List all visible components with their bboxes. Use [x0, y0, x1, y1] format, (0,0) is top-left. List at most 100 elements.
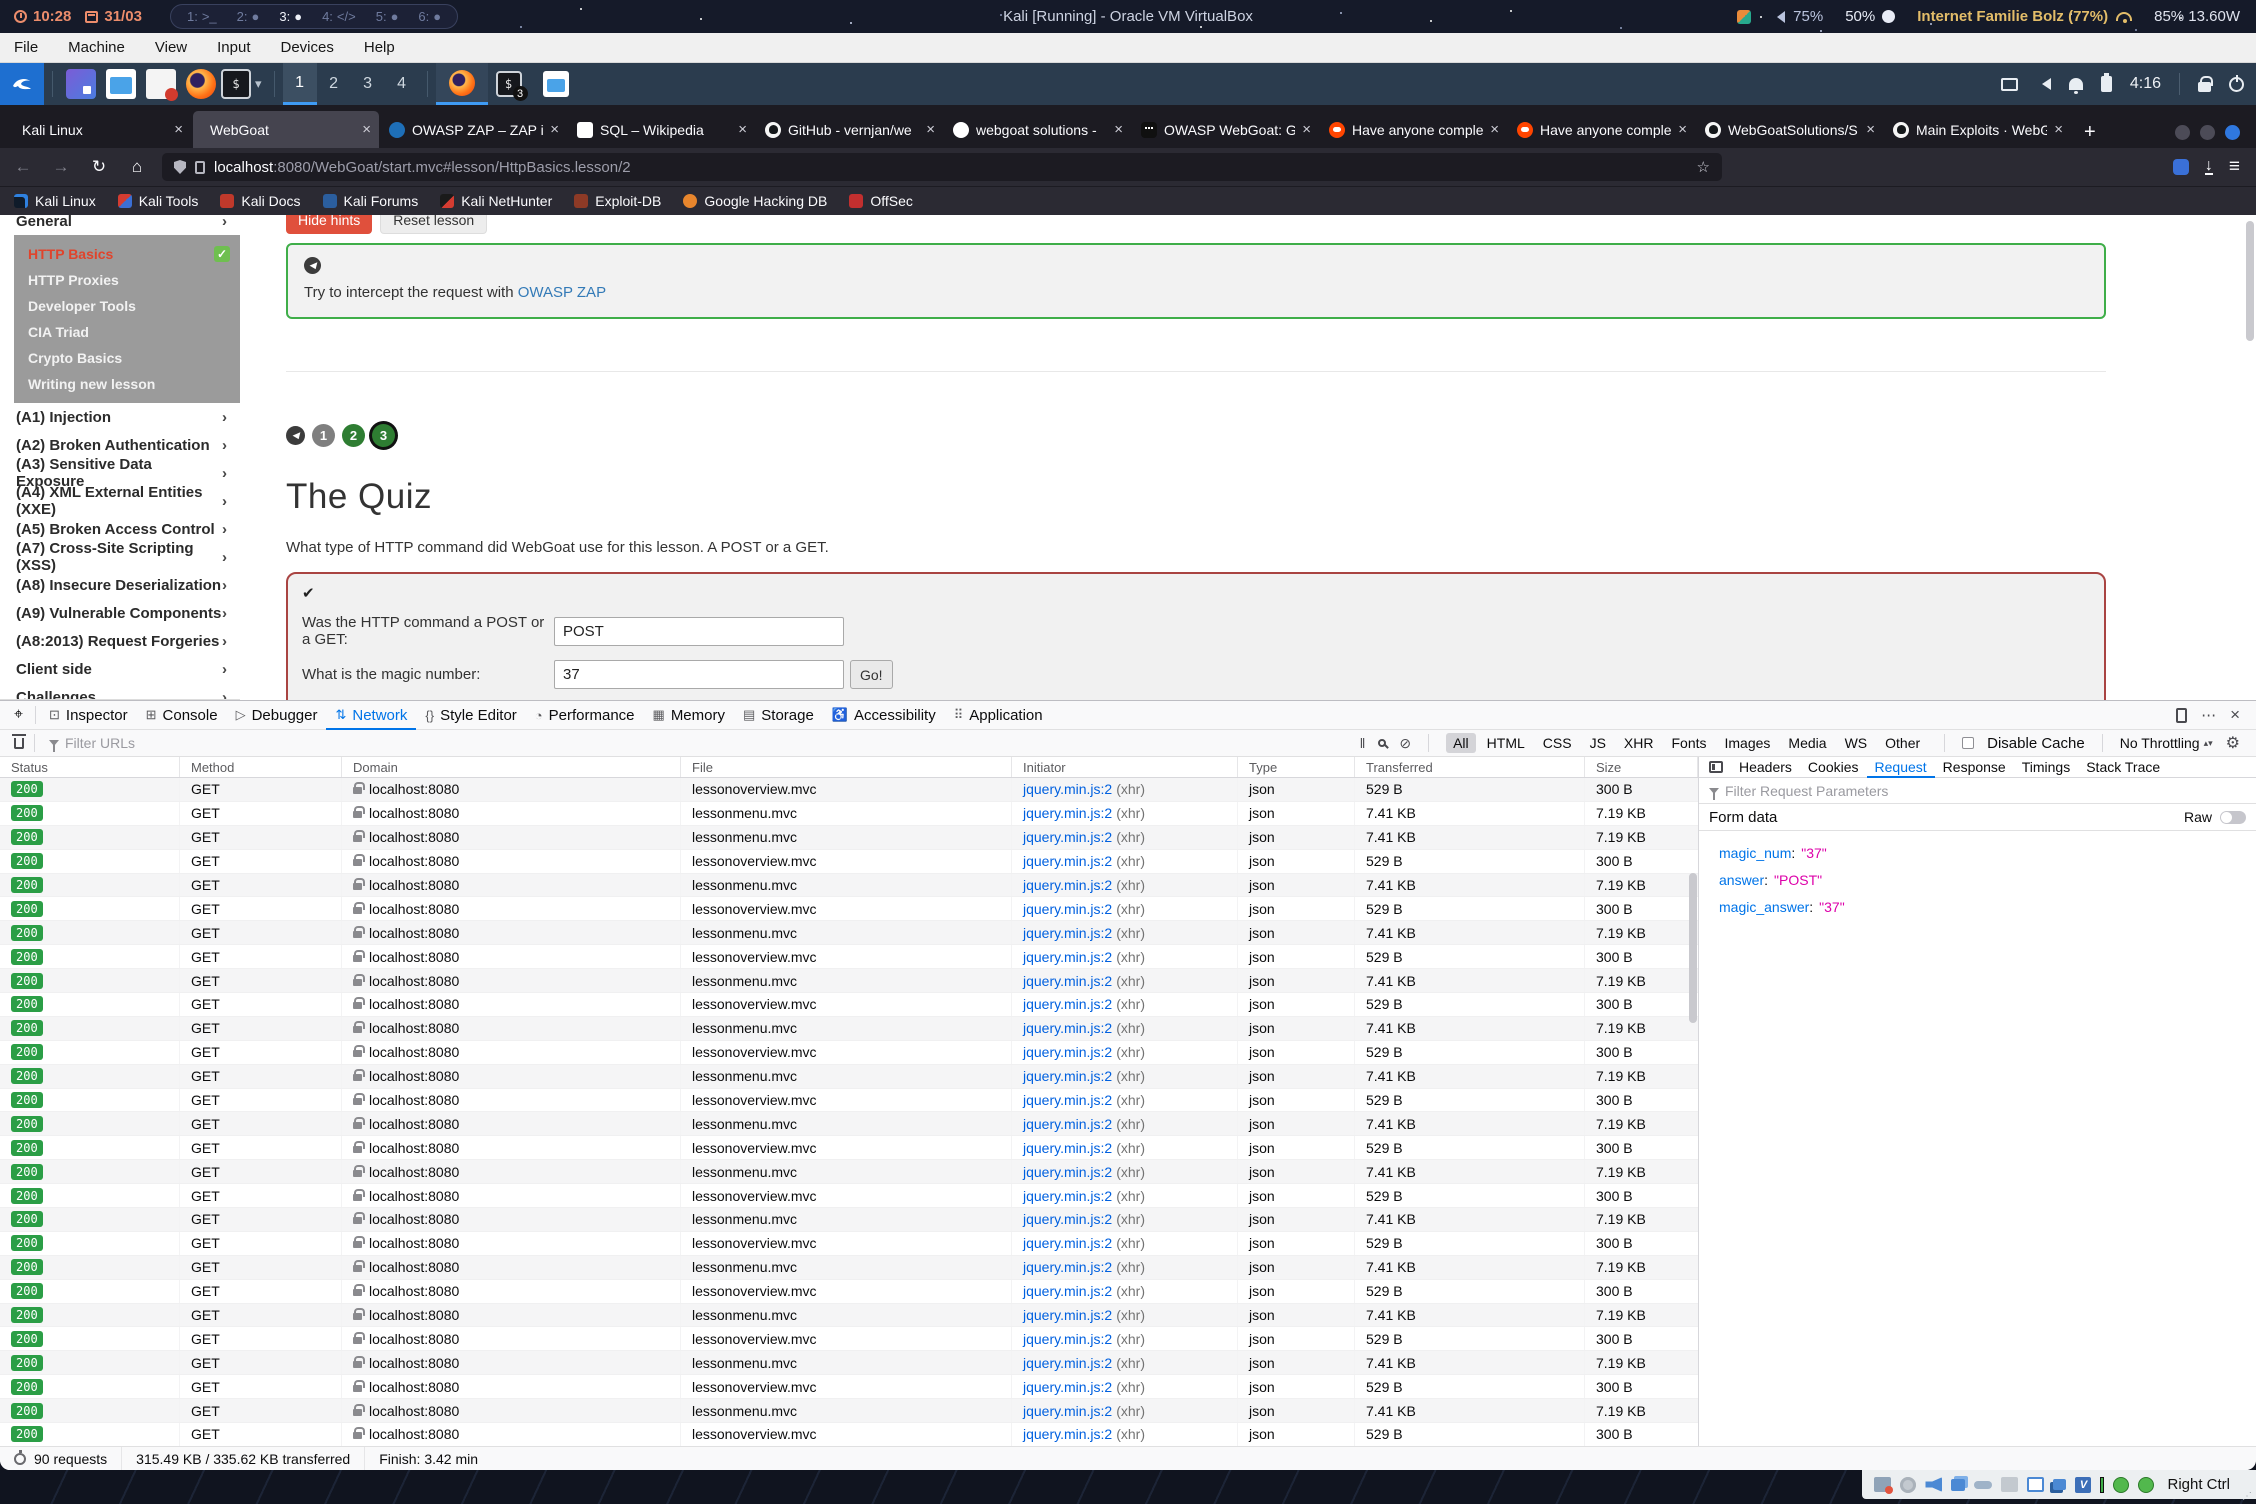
sidebar-item-general[interactable]: General ›: [0, 215, 240, 235]
pagination-page-button[interactable]: 2: [342, 424, 365, 447]
bookmark-item[interactable]: Google Hacking DB: [683, 193, 827, 209]
http-command-input[interactable]: [554, 617, 844, 646]
devtools-tab[interactable]: ▤ Storage: [734, 701, 823, 730]
keyboard-layout-icon[interactable]: [1737, 10, 1751, 24]
forward-button[interactable]: →: [48, 157, 74, 177]
shared-folders-icon[interactable]: [2001, 1477, 2018, 1492]
lock-screen-icon[interactable]: [2198, 82, 2211, 92]
devtools-tab[interactable]: {} Style Editor: [416, 701, 525, 730]
sidebar-lesson-item[interactable]: Crypto Basics ✓: [14, 345, 240, 371]
kali-workspace-button[interactable]: 4: [385, 63, 419, 105]
vbox-menu-item[interactable]: Input: [217, 39, 250, 56]
devtools-tab[interactable]: ⊡ Inspector: [40, 701, 137, 730]
reload-button[interactable]: ↻: [86, 157, 112, 177]
file-manager-icon[interactable]: [106, 69, 136, 99]
request-row[interactable]: 200 GET localhost:8080 lessonmenu.mvc jq…: [0, 1304, 1698, 1328]
initiator-link[interactable]: jquery.min.js:2: [1023, 1426, 1112, 1442]
type-filter-button[interactable]: XHR: [1617, 733, 1661, 753]
initiator-link[interactable]: jquery.min.js:2: [1023, 1044, 1112, 1060]
tab-close-icon[interactable]: ×: [550, 121, 559, 138]
initiator-link[interactable]: jquery.min.js:2: [1023, 1379, 1112, 1395]
sidebar-category-item[interactable]: Challenges ›: [0, 683, 240, 700]
column-header-size[interactable]: Size: [1585, 757, 1698, 777]
vbox-menu-item[interactable]: Devices: [281, 39, 334, 56]
request-row[interactable]: 200 GET localhost:8080 lessonoverview.mv…: [0, 850, 1698, 874]
owasp-zap-link[interactable]: OWASP ZAP: [518, 284, 606, 301]
sidebar-category-item[interactable]: (A4) XML External Entities (XXE) ›: [0, 487, 240, 515]
request-row[interactable]: 200 GET localhost:8080 lessonmenu.mvc jq…: [0, 1112, 1698, 1136]
vbox-features-icon[interactable]: V: [2075, 1477, 2091, 1493]
responsive-mode-icon[interactable]: [2176, 708, 2187, 723]
tab-close-icon[interactable]: ×: [1678, 121, 1687, 138]
request-row[interactable]: 200 GET localhost:8080 lessonoverview.mv…: [0, 1375, 1698, 1399]
power-icon[interactable]: [2229, 77, 2244, 92]
request-row[interactable]: 200 GET localhost:8080 lessonmenu.mvc jq…: [0, 802, 1698, 826]
request-row[interactable]: 200 GET localhost:8080 lessonmenu.mvc jq…: [0, 1208, 1698, 1232]
initiator-link[interactable]: jquery.min.js:2: [1023, 1092, 1112, 1108]
browser-tab[interactable]: SQL – Wikipedia ×: [569, 111, 755, 148]
browser-tab[interactable]: WebGoatSolutions/S ×: [1697, 111, 1883, 148]
window-close-button[interactable]: [2225, 125, 2240, 140]
request-row[interactable]: 200 GET localhost:8080 lessonoverview.mv…: [0, 1184, 1698, 1208]
sidebar-category-item[interactable]: (A1) Injection ›: [0, 403, 240, 431]
initiator-link[interactable]: jquery.min.js:2: [1023, 1164, 1112, 1180]
column-header-method[interactable]: Method: [180, 757, 342, 777]
vbox-menu-item[interactable]: View: [155, 39, 187, 56]
network-adapter-icon[interactable]: [1951, 1479, 1965, 1491]
sidebar-lesson-item[interactable]: HTTP Proxies ✓: [14, 267, 240, 293]
host-network[interactable]: Internet Familie Bolz (77%): [1917, 8, 2132, 25]
bookmark-item[interactable]: OffSec: [849, 193, 913, 209]
type-filter-button[interactable]: JS: [1583, 733, 1613, 753]
initiator-link[interactable]: jquery.min.js:2: [1023, 1020, 1112, 1036]
vbox-menu-item[interactable]: Help: [364, 39, 395, 56]
browser-tab[interactable]: GitHub - vernjan/we ×: [757, 111, 943, 148]
initiator-link[interactable]: jquery.min.js:2: [1023, 1283, 1112, 1299]
column-header-file[interactable]: File: [681, 757, 1012, 777]
optical-drive-icon[interactable]: [1900, 1477, 1916, 1493]
initiator-link[interactable]: jquery.min.js:2: [1023, 1331, 1112, 1347]
resize-grip[interactable]: ⋰: [2242, 1491, 2253, 1502]
devtools-tab[interactable]: ⊞ Console: [137, 701, 227, 730]
magic-number-input[interactable]: [554, 660, 844, 689]
browser-tab[interactable]: OWASP WebGoat: G ×: [1133, 111, 1319, 148]
initiator-link[interactable]: jquery.min.js:2: [1023, 901, 1112, 917]
form-data-param[interactable]: magic_num : "37": [1719, 839, 2256, 866]
initiator-link[interactable]: jquery.min.js:2: [1023, 949, 1112, 965]
taskbar-window-firefox[interactable]: [436, 63, 488, 105]
pagination-page-button[interactable]: 3: [372, 424, 395, 447]
initiator-link[interactable]: jquery.min.js:2: [1023, 1307, 1112, 1323]
audio-icon[interactable]: [1925, 1477, 1942, 1492]
tray-battery-icon[interactable]: [2101, 76, 2112, 92]
request-row[interactable]: 200 GET localhost:8080 lessonoverview.mv…: [0, 1041, 1698, 1065]
disable-cache-label[interactable]: Disable Cache: [1987, 735, 2085, 752]
request-row[interactable]: 200 GET localhost:8080 lessonmenu.mvc jq…: [0, 1399, 1698, 1423]
host-volume[interactable]: 75%: [1773, 8, 1823, 25]
tray-notifications-icon[interactable]: [2069, 78, 2083, 90]
column-header-type[interactable]: Type: [1238, 757, 1355, 777]
initiator-link[interactable]: jquery.min.js:2: [1023, 1259, 1112, 1275]
type-filter-button[interactable]: HTML: [1480, 733, 1532, 753]
usb-icon[interactable]: [1974, 1481, 1992, 1489]
request-row[interactable]: 200 GET localhost:8080 lessonmenu.mvc jq…: [0, 826, 1698, 850]
request-row[interactable]: 200 GET localhost:8080 lessonoverview.mv…: [0, 945, 1698, 969]
new-tab-button[interactable]: +: [2072, 121, 2108, 148]
type-filter-button[interactable]: Fonts: [1664, 733, 1713, 753]
tab-close-icon[interactable]: ×: [174, 121, 183, 138]
tab-close-icon[interactable]: ×: [1866, 121, 1875, 138]
initiator-link[interactable]: jquery.min.js:2: [1023, 829, 1112, 845]
go-button[interactable]: Go!: [850, 660, 893, 689]
details-tab[interactable]: Request: [1867, 757, 1935, 778]
kali-workspace-button[interactable]: 2: [317, 63, 351, 105]
display-icon[interactable]: [2027, 1477, 2044, 1492]
window-minimize-button[interactable]: [2175, 125, 2190, 140]
initiator-link[interactable]: jquery.min.js:2: [1023, 877, 1112, 893]
host-brightness[interactable]: 50%: [1845, 8, 1895, 25]
host-workspace-item[interactable]: 1: >_: [187, 9, 217, 24]
tray-speaker-icon[interactable]: [2036, 78, 2051, 90]
page-scrollbar[interactable]: [2246, 221, 2254, 341]
filter-urls-input[interactable]: [65, 735, 365, 751]
host-workspace-switcher[interactable]: 1: >_ 2: ● 3: ● 4: </> 5: ●: [170, 4, 458, 29]
initiator-link[interactable]: jquery.min.js:2: [1023, 805, 1112, 821]
type-filter-button[interactable]: All: [1446, 733, 1476, 753]
request-row[interactable]: 200 GET localhost:8080 lessonoverview.mv…: [0, 1280, 1698, 1304]
